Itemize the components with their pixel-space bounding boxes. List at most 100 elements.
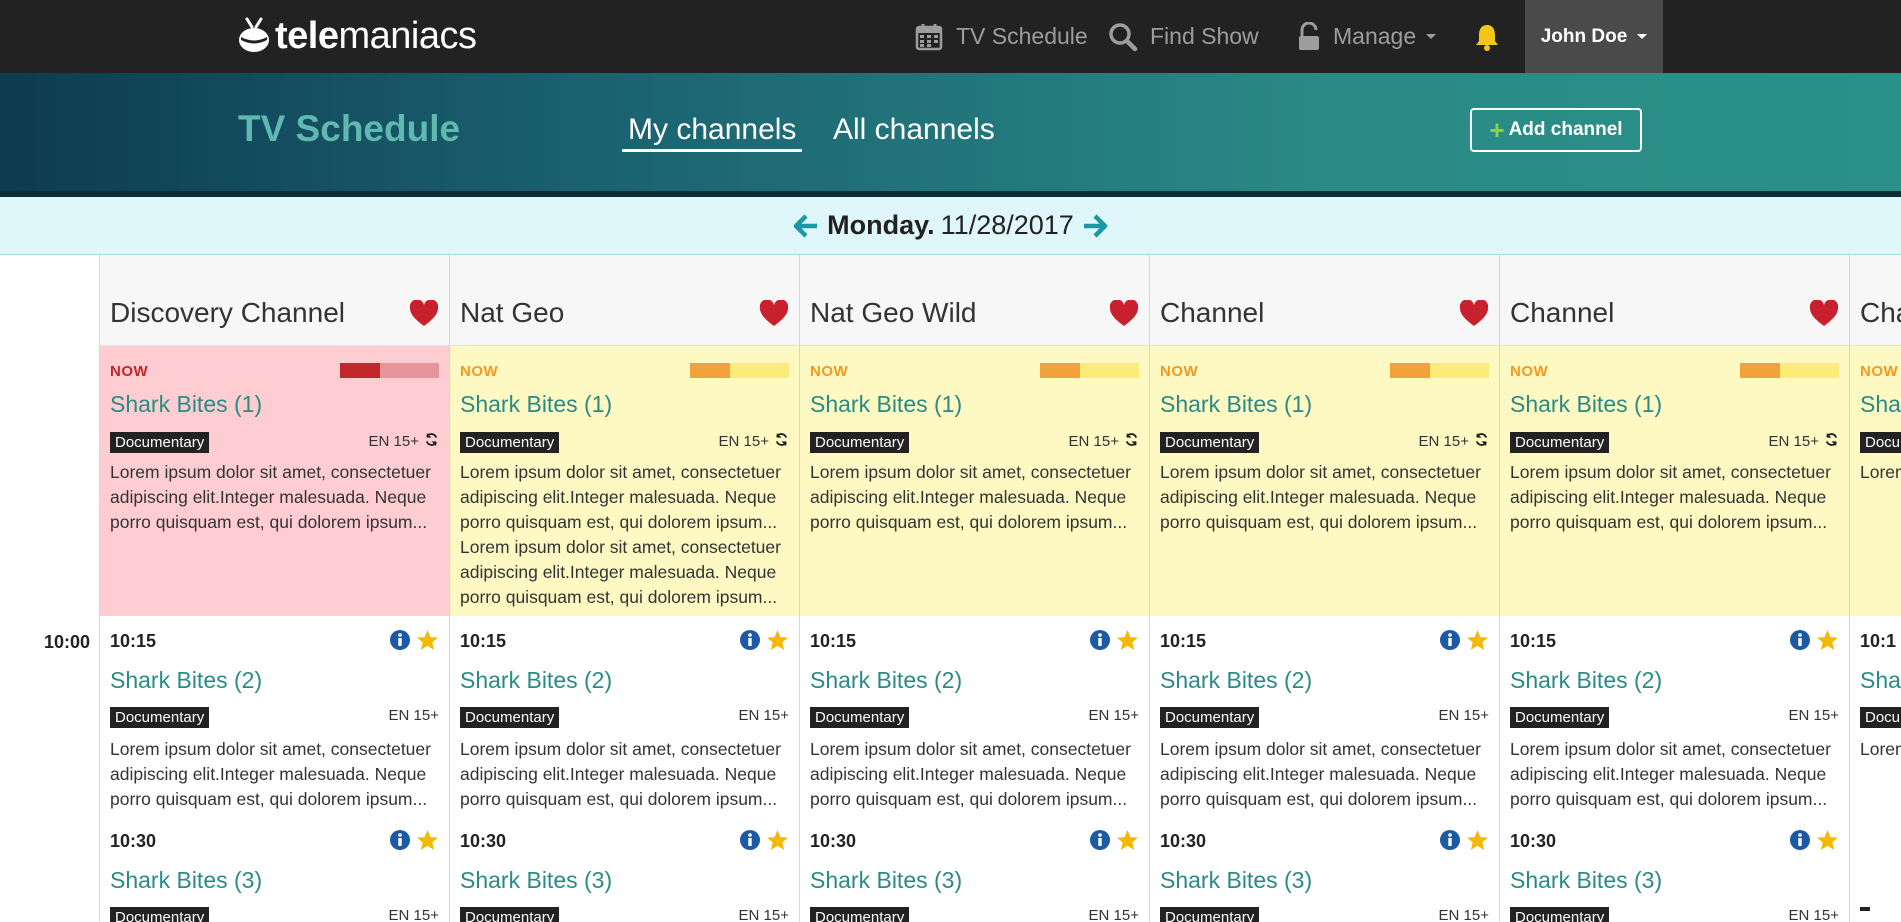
app-logo[interactable]: telemaniacs (237, 14, 477, 58)
show-title[interactable]: Shark Bites (2) (1160, 667, 1312, 694)
channel-name[interactable]: Discovery Channel (110, 297, 345, 329)
genre-badge: Docu (1860, 432, 1901, 453)
rating-label: EN 15+ (719, 432, 789, 451)
page-title: TV Schedule (238, 108, 461, 149)
info-icon[interactable] (389, 829, 411, 851)
show-title[interactable]: Shar (1860, 667, 1901, 694)
bell-icon (1476, 24, 1498, 51)
show-title[interactable]: Shark Bites (2) (460, 667, 612, 694)
now-playing-card[interactable]: NOW Shark Bites (1) Documentary EN 15+ L… (800, 346, 1149, 616)
logo-text-rest: maniacs (338, 14, 477, 57)
prev-day-button[interactable] (793, 213, 819, 239)
show-title[interactable]: Shar (1860, 391, 1901, 418)
star-icon[interactable] (1466, 629, 1489, 651)
time-label-1000: 10:00 (43, 632, 90, 652)
heart-icon[interactable] (759, 299, 789, 332)
star-icon[interactable] (766, 829, 789, 851)
info-icon[interactable] (1789, 829, 1811, 851)
tab-all-channels[interactable]: All channels (833, 113, 995, 147)
heart-icon[interactable] (1809, 299, 1839, 332)
now-playing-card[interactable]: NOW Shark Bites (1) Documentary EN 15+ L… (100, 346, 449, 616)
channel-header: Nat Geo Wild (800, 255, 1149, 346)
show-title[interactable]: Shark Bites (1) (1510, 391, 1662, 418)
show-title[interactable]: Shark Bites (3) (810, 867, 962, 894)
channel-name[interactable]: Nat Geo Wild (810, 297, 977, 329)
current-date: 11/28/2017 (940, 210, 1074, 240)
star-icon[interactable] (1816, 629, 1839, 651)
now-badge: NOW (110, 363, 149, 380)
info-icon[interactable] (389, 629, 411, 651)
star-icon[interactable] (1116, 629, 1139, 651)
slot-time: 10:15 (110, 631, 157, 651)
calendar-icon (915, 23, 943, 50)
nav-manage-dropdown[interactable]: Manage (1297, 0, 1437, 73)
nav-tv-schedule-label: TV Schedule (956, 23, 1088, 49)
star-icon[interactable] (1816, 829, 1839, 851)
heart-icon[interactable] (1459, 299, 1489, 332)
progress-bar (1390, 363, 1489, 378)
channel-header: Nat Geo (450, 255, 799, 346)
show-title[interactable]: Shark Bites (1) (460, 391, 612, 418)
nav-tv-schedule[interactable]: TV Schedule (914, 0, 1088, 73)
user-menu[interactable]: John Doe (1525, 0, 1663, 73)
show-title[interactable]: Shark Bites (3) (460, 867, 612, 894)
tab-my-channels[interactable]: My channels (622, 113, 803, 152)
show-title[interactable]: Shark Bites (3) (110, 867, 262, 894)
info-icon[interactable] (1439, 629, 1461, 651)
show-title[interactable]: Shark Bites (2) (810, 667, 962, 694)
show-title[interactable]: Shark Bites (2) (110, 667, 262, 694)
rating-label: EN 15+ (1769, 432, 1839, 451)
channel-name[interactable]: Nat Geo (460, 297, 564, 329)
nav-find-show[interactable]: Find Show (1108, 0, 1259, 73)
info-icon[interactable] (1089, 829, 1111, 851)
star-icon[interactable] (766, 629, 789, 651)
show-description: Lorem ipsum dolor sit amet, consectetuer… (1510, 462, 1831, 532)
show-title[interactable]: Shark Bites (3) (1160, 867, 1312, 894)
star-icon[interactable] (1466, 829, 1489, 851)
info-icon[interactable] (1439, 829, 1461, 851)
now-badge: NOW (460, 363, 499, 380)
now-playing-card[interactable]: NOW Shar Docu Lorem adipis porro (1850, 346, 1901, 616)
star-icon[interactable] (1116, 829, 1139, 851)
next-day-button[interactable] (1082, 213, 1108, 239)
star-icon[interactable] (416, 829, 439, 851)
refresh-icon (419, 432, 439, 451)
channel-name[interactable]: Channel (1160, 297, 1264, 329)
notifications-button[interactable] (1472, 0, 1514, 73)
show-title[interactable]: Shark Bites (1) (110, 391, 262, 418)
schedule-grid: 10:00 Discovery Channel NOW Shark Bites … (0, 255, 1901, 922)
info-icon[interactable] (739, 829, 761, 851)
genre-badge: Documentary (1510, 907, 1610, 922)
now-playing-card[interactable]: NOW Shark Bites (1) Documentary EN 15+ L… (450, 346, 799, 616)
channel-column: Discovery Channel NOW Shark Bites (1) Do… (99, 255, 449, 922)
info-icon[interactable] (739, 629, 761, 651)
heart-icon[interactable] (1109, 299, 1139, 332)
nav-manage-label: Manage (1333, 23, 1417, 49)
add-channel-button[interactable]: + Add channel (1470, 108, 1642, 152)
channel-name[interactable]: Channel (1510, 297, 1614, 329)
add-channel-label: Add channel (1508, 119, 1623, 140)
genre-badge: Documentary (1160, 707, 1260, 728)
channel-header: Discovery Channel (100, 255, 449, 346)
now-playing-card[interactable]: NOW Shark Bites (1) Documentary EN 15+ L… (1150, 346, 1499, 616)
now-playing-card[interactable]: NOW Shark Bites (1) Documentary EN 15+ L… (1500, 346, 1849, 616)
rating-label: EN 15+ (738, 707, 789, 724)
show-description: Lorem ipsum dolor sit amet, consectetuer… (460, 462, 781, 607)
progress-bar (1740, 363, 1839, 378)
channel-name[interactable]: Cha (1860, 297, 1901, 329)
show-description: Lorem ipsum dolor sit amet, consectetuer… (1160, 739, 1481, 809)
show-title[interactable]: Shark Bites (3) (1510, 867, 1662, 894)
plus-icon: + (1489, 115, 1505, 145)
rating-label: EN 15+ (1438, 707, 1489, 724)
show-title[interactable]: Shark Bites (2) (1510, 667, 1662, 694)
info-icon[interactable] (1089, 629, 1111, 651)
heart-icon[interactable] (409, 299, 439, 332)
progress-bar (1040, 363, 1139, 378)
info-icon[interactable] (1789, 629, 1811, 651)
slot-time: 10:15 (460, 631, 507, 651)
show-title[interactable]: Shark Bites (1) (1160, 391, 1312, 418)
slot-time: 10:30 (110, 831, 157, 851)
star-icon[interactable] (416, 629, 439, 651)
show-title[interactable]: Shark Bites (1) (810, 391, 962, 418)
logo-text-bold: tele (275, 14, 339, 57)
